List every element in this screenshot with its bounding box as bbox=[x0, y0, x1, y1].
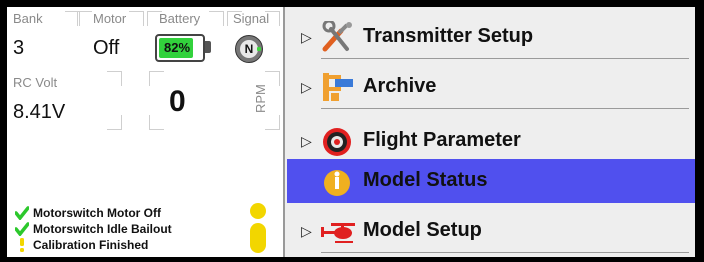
menu-item-archive[interactable]: ▷ Archive bbox=[287, 65, 695, 109]
rc-volt-label: RC Volt bbox=[13, 75, 58, 90]
menu-divider bbox=[321, 58, 689, 59]
cell-corner bbox=[107, 71, 122, 86]
cell-corner bbox=[149, 115, 164, 130]
archive-icon bbox=[323, 73, 353, 101]
helicopter-icon bbox=[321, 223, 355, 243]
battery-terminal bbox=[205, 41, 211, 53]
cell-corner bbox=[265, 115, 280, 130]
target-icon bbox=[323, 128, 351, 156]
check-icon bbox=[15, 206, 29, 220]
alert-text: Motorswitch Idle Bailout bbox=[33, 222, 172, 236]
battery-label: Battery bbox=[159, 11, 201, 26]
menu-item-transmitter-setup[interactable]: ▷ Transmitter Setup bbox=[287, 15, 695, 59]
expand-arrow-icon: ▷ bbox=[301, 29, 312, 45]
menu-divider bbox=[321, 252, 689, 253]
alert-item: Motorswitch Idle Bailout bbox=[13, 221, 172, 237]
rpm-value: 0 bbox=[169, 85, 186, 118]
motor-value: Off bbox=[93, 37, 120, 59]
tools-icon bbox=[322, 21, 352, 52]
menu-item-label: Transmitter Setup bbox=[363, 25, 534, 47]
menu-item-label: Archive bbox=[363, 75, 437, 97]
alert-list: Motorswitch Motor Off Motorswitch Idle B… bbox=[13, 205, 172, 253]
battery-gauge: 82% bbox=[155, 34, 205, 62]
menu-item-model-status[interactable]: Model Status bbox=[287, 159, 695, 203]
info-icon bbox=[324, 170, 350, 196]
alert-text: Calibration Finished bbox=[33, 238, 149, 252]
battery-percent: 82% bbox=[163, 40, 191, 55]
radio-screen: Bank 3 Motor Off Battery 82% Signal N RC… bbox=[0, 0, 704, 262]
expand-arrow-icon: ▷ bbox=[301, 133, 312, 149]
alert-item: Calibration Finished bbox=[13, 237, 172, 253]
warning-exclamation-icon bbox=[250, 203, 266, 253]
menu-item-model-setup[interactable]: ▷ Model Setup bbox=[287, 209, 695, 253]
signal-indicator: N bbox=[235, 35, 263, 63]
rc-volt-value: 8.41V bbox=[13, 101, 66, 123]
menu-item-label: Flight Parameter bbox=[363, 129, 521, 151]
cell-corner bbox=[129, 11, 144, 26]
menu-item-label: Model Status bbox=[363, 169, 488, 191]
menu-item-label: Model Setup bbox=[363, 219, 482, 241]
menu-item-flight-parameter[interactable]: ▷ Flight Parameter bbox=[287, 119, 695, 163]
cell-corner bbox=[209, 11, 224, 26]
menu-divider bbox=[321, 108, 689, 109]
alert-item: Motorswitch Motor Off bbox=[13, 205, 172, 221]
lcd-display: Bank 3 Motor Off Battery 82% Signal N RC… bbox=[7, 7, 695, 257]
signal-value: N bbox=[240, 40, 258, 58]
bank-value: 3 bbox=[13, 37, 25, 59]
rpm-unit-label: RPM bbox=[253, 84, 268, 113]
exclamation-icon bbox=[20, 238, 24, 252]
bank-label: Bank bbox=[13, 11, 43, 26]
motor-label: Motor bbox=[93, 11, 127, 26]
cell-corner bbox=[77, 11, 92, 26]
expand-arrow-icon: ▷ bbox=[301, 79, 312, 95]
alert-text: Motorswitch Motor Off bbox=[33, 206, 161, 220]
check-icon bbox=[15, 222, 29, 236]
cell-corner bbox=[107, 115, 122, 130]
telemetry-panel: Bank 3 Motor Off Battery 82% Signal N RC… bbox=[7, 7, 285, 257]
expand-arrow-icon: ▷ bbox=[301, 223, 312, 239]
cell-corner bbox=[149, 71, 164, 86]
main-menu: ▷ Transmitter Setup ▷ Archive ▷ Flight P… bbox=[287, 7, 695, 257]
signal-led bbox=[257, 47, 261, 51]
signal-label: Signal bbox=[233, 11, 270, 26]
